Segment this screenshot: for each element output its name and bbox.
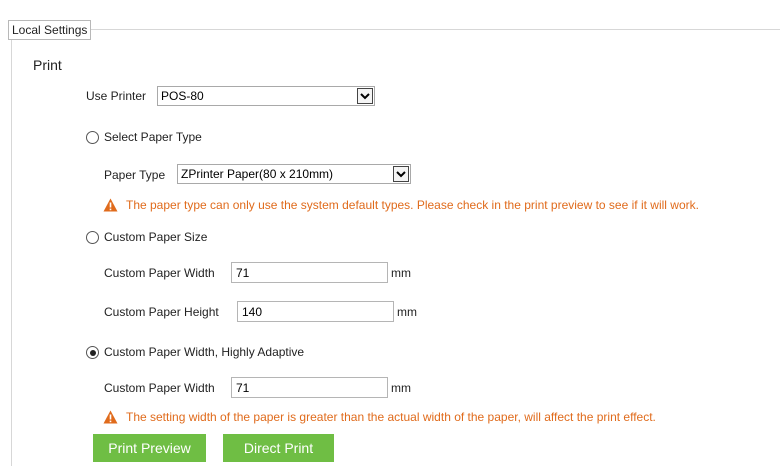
adaptive-width-radio[interactable] <box>86 346 99 359</box>
adaptive-option-label: Custom Paper Width, Highly Adaptive <box>104 345 305 359</box>
paper-type-select[interactable]: ZPrinter Paper(80 x 210mm) <box>177 164 411 184</box>
adaptive-width-unit: mm <box>391 381 411 395</box>
paper-type-label: Paper Type <box>104 168 166 182</box>
custom-width-input[interactable] <box>231 262 388 283</box>
paper-type-option-label: Select Paper Type <box>104 130 202 144</box>
chevron-down-icon[interactable] <box>393 166 409 182</box>
custom-width-label: Custom Paper Width <box>104 266 215 280</box>
direct-print-button[interactable]: Direct Print <box>223 434 334 462</box>
print-preview-button[interactable]: Print Preview <box>93 434 206 462</box>
warning-icon <box>103 198 118 212</box>
panel-legend: Local Settings <box>8 20 92 40</box>
paper-type-warning: The paper type can only use the system d… <box>126 198 699 212</box>
warning-icon <box>103 410 118 424</box>
printer-label: Use Printer <box>86 89 147 103</box>
custom-height-unit: mm <box>397 305 417 319</box>
custom-size-radio[interactable] <box>86 231 99 244</box>
custom-width-unit: mm <box>391 266 411 280</box>
printer-select[interactable]: POS-80 <box>157 86 375 106</box>
section-title: Print <box>33 57 62 73</box>
custom-size-option-label: Custom Paper Size <box>104 230 208 244</box>
custom-height-input[interactable] <box>237 301 394 322</box>
custom-height-label: Custom Paper Height <box>104 305 219 319</box>
printer-select-value: POS-80 <box>161 89 204 103</box>
chevron-down-icon[interactable] <box>357 88 373 104</box>
width-warning: The setting width of the paper is greate… <box>126 410 656 424</box>
adaptive-width-input[interactable] <box>231 377 388 398</box>
paper-type-radio[interactable] <box>86 131 99 144</box>
paper-type-select-value: ZPrinter Paper(80 x 210mm) <box>181 167 334 181</box>
adaptive-width-label: Custom Paper Width <box>104 381 215 395</box>
